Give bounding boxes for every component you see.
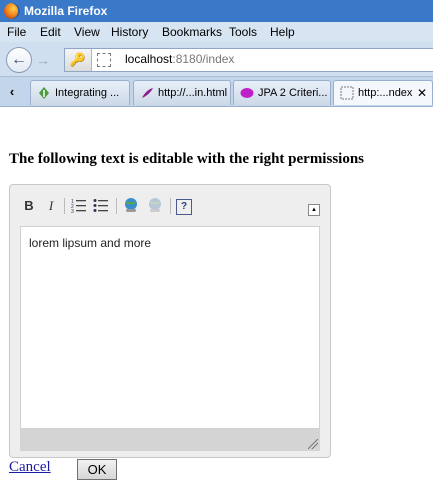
- menu-history[interactable]: History: [111, 25, 148, 39]
- toolbar-separator: [116, 198, 117, 214]
- numbered-list-icon: 123: [71, 199, 86, 215]
- toolbar-separator: [64, 198, 65, 214]
- menu-file[interactable]: File: [7, 25, 26, 39]
- key-icon: 🔑: [69, 52, 87, 67]
- page-icon: [97, 53, 111, 67]
- tab-jpa-criteria[interactable]: JPA 2 Criteri...: [233, 80, 331, 105]
- tab-strip: ‹ Integrating ... http://...in.html JPA …: [0, 77, 433, 107]
- tab-label: Integrating ...: [55, 87, 120, 99]
- menu-tools[interactable]: Tools: [229, 25, 257, 39]
- tab-integrating[interactable]: Integrating ...: [30, 80, 130, 105]
- forward-arrow-icon: →: [36, 52, 50, 68]
- page-heading: The following text is editable with the …: [9, 151, 364, 167]
- tab-http-index-active[interactable]: http:...ndex ✕: [333, 80, 433, 105]
- tab-close-icon[interactable]: ✕: [417, 81, 427, 105]
- cancel-link[interactable]: Cancel: [9, 459, 51, 476]
- tab-http-in-html[interactable]: http://...in.html: [133, 80, 231, 105]
- window-titlebar: Mozilla Firefox: [0, 0, 433, 22]
- bullet-list-icon: [93, 199, 108, 212]
- back-arrow-icon: ←: [11, 51, 27, 68]
- toolbar-separator: [170, 198, 171, 214]
- menu-view[interactable]: View: [74, 25, 100, 39]
- triangle-up-icon: ▲: [311, 207, 317, 213]
- rich-text-editor: B I 123 ? ▲ lorem lipsum and more: [9, 184, 331, 458]
- tab-scroll-left-button[interactable]: ‹: [2, 80, 22, 104]
- forward-button[interactable]: →: [34, 51, 52, 69]
- navigation-toolbar: ← → 🔑 localhost:8180/index: [0, 42, 433, 77]
- tab-label: JPA 2 Criteri...: [258, 87, 328, 99]
- resize-grip-icon[interactable]: [308, 439, 318, 449]
- editor-text-area[interactable]: lorem lipsum and more: [20, 226, 320, 429]
- editor-status-bar: [20, 429, 320, 451]
- blank-page-icon: [340, 86, 354, 100]
- svg-text:3: 3: [71, 209, 74, 213]
- url-text: localhost:8180/index: [125, 52, 234, 66]
- menu-bar: File Edit View History Bookmarks Tools H…: [0, 22, 433, 42]
- bold-button[interactable]: B: [20, 197, 38, 215]
- green-leaf-icon: [39, 87, 49, 99]
- globe-unlink-icon: [149, 198, 161, 212]
- numbered-list-button[interactable]: 123: [70, 197, 88, 215]
- chevron-left-icon: ‹: [9, 84, 15, 99]
- help-button[interactable]: ?: [176, 199, 192, 215]
- insert-link-button[interactable]: [122, 197, 140, 215]
- menu-bookmarks[interactable]: Bookmarks: [162, 25, 222, 39]
- editor-toolbar: B I 123 ? ▲: [18, 193, 322, 219]
- site-identity-button[interactable]: 🔑: [65, 49, 92, 71]
- menu-edit[interactable]: Edit: [40, 25, 61, 39]
- globe-link-icon: [125, 198, 137, 212]
- url-port-path: :8180/index: [172, 52, 235, 66]
- bullet-list-button[interactable]: [92, 197, 110, 215]
- menu-help[interactable]: Help: [270, 25, 295, 39]
- ok-button[interactable]: OK: [77, 459, 117, 480]
- tab-label: http:...ndex: [358, 87, 413, 99]
- remove-link-button[interactable]: [146, 197, 164, 215]
- firefox-logo-icon: [4, 3, 20, 19]
- url-bar[interactable]: 🔑 localhost:8180/index: [64, 48, 433, 72]
- url-host: localhost: [125, 52, 173, 66]
- quill-icon: [142, 88, 153, 98]
- toolbar-collapse-button[interactable]: ▲: [308, 204, 320, 216]
- editor-content: lorem lipsum and more: [29, 236, 152, 250]
- back-button[interactable]: ←: [6, 47, 32, 73]
- window-title: Mozilla Firefox: [24, 4, 108, 18]
- purple-blob-icon: [240, 88, 254, 98]
- italic-button[interactable]: I: [42, 197, 60, 215]
- tab-label: http://...in.html: [158, 87, 228, 99]
